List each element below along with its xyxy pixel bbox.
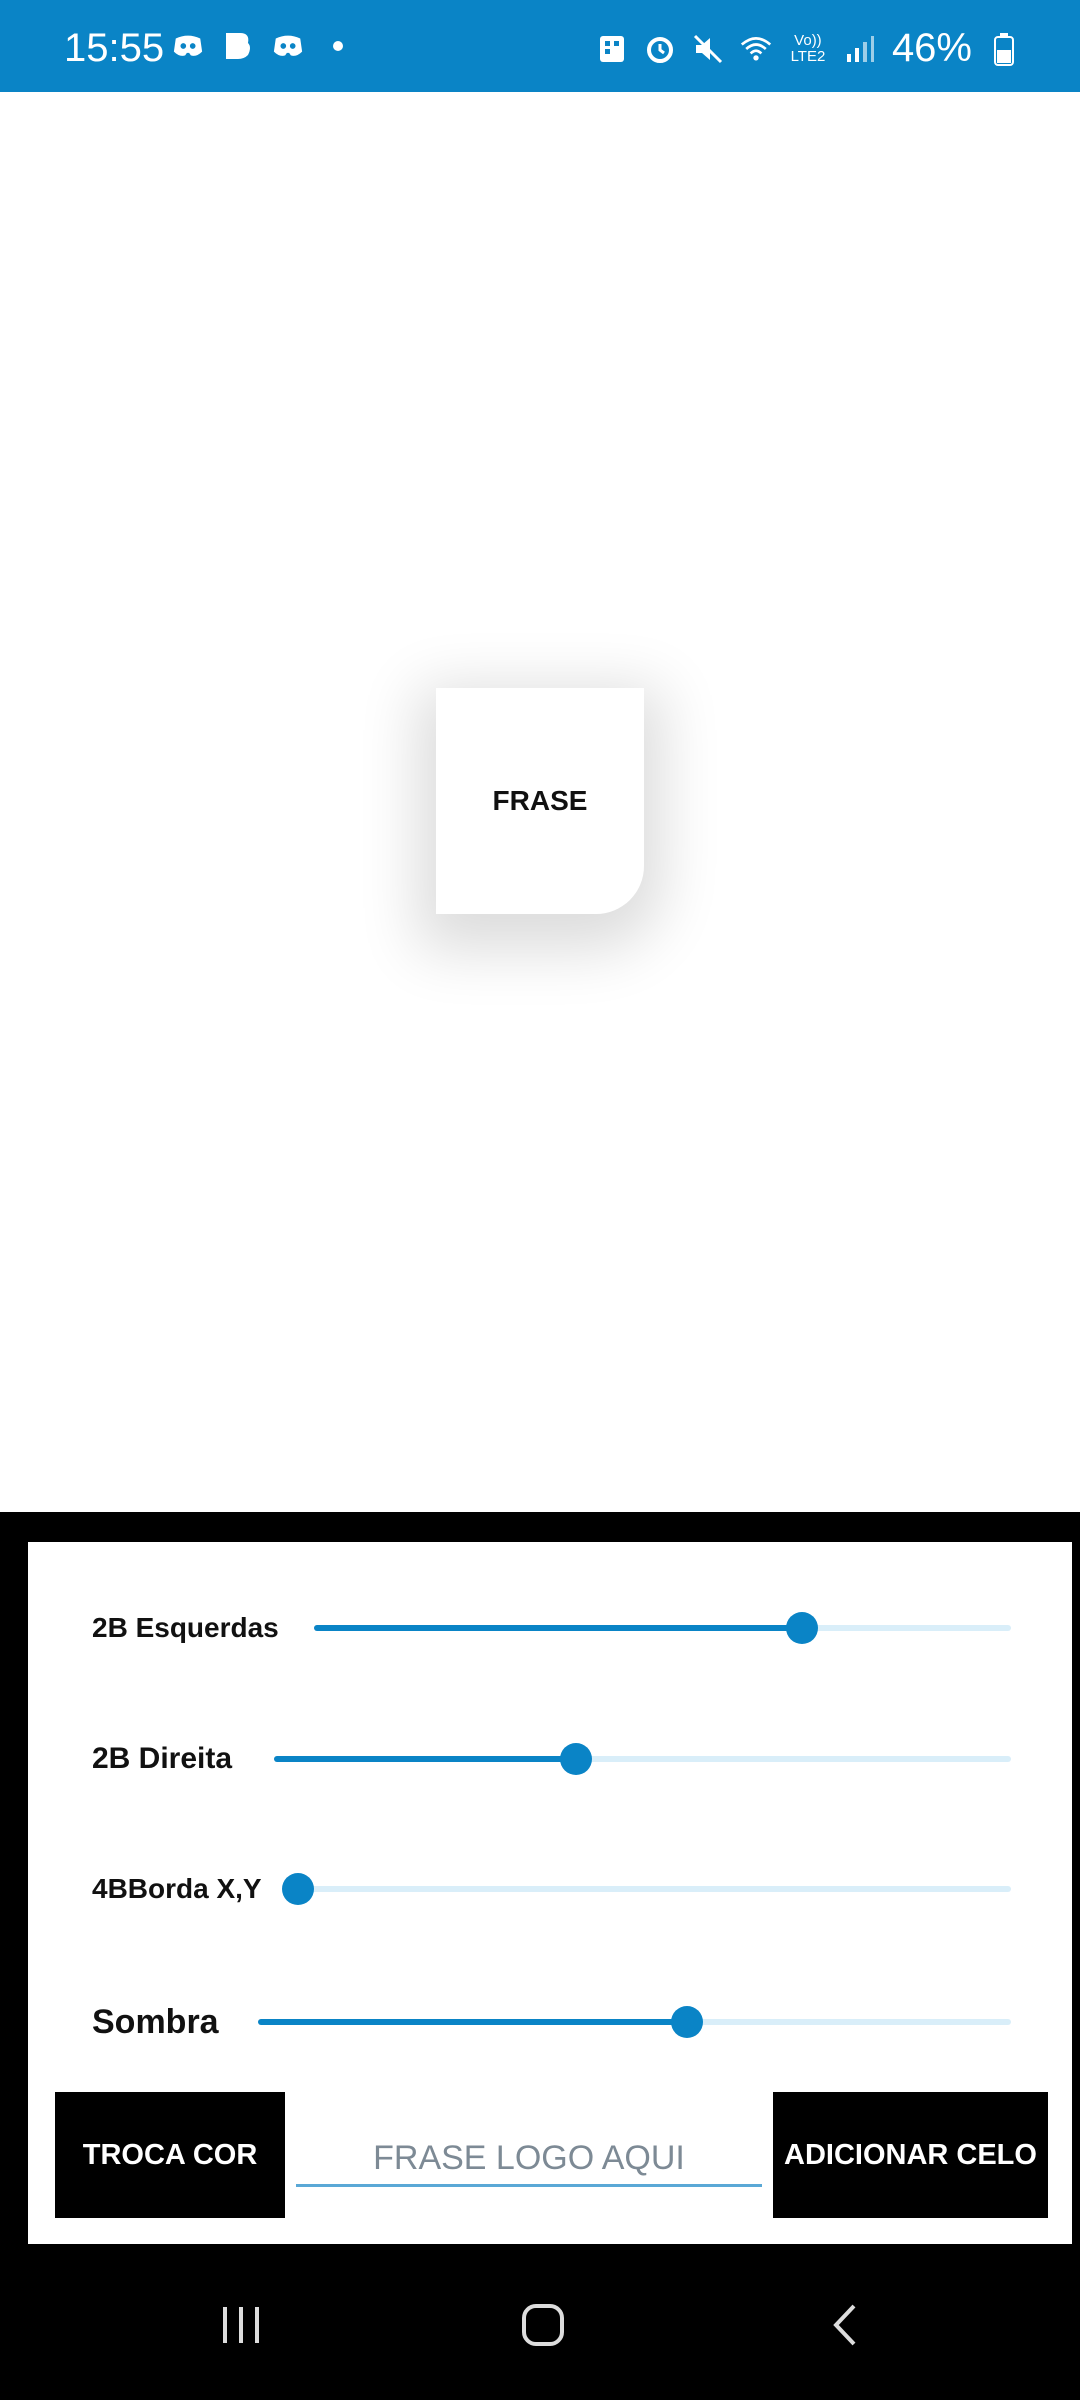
system-icons: Vo)) LTE2 46%: [596, 26, 1020, 71]
dot-icon: [322, 30, 354, 62]
slider-label: 2B Esquerdas: [92, 1612, 279, 1643]
slider-row-right-border: 2B Direita: [92, 1729, 232, 1789]
left-border-slider[interactable]: [314, 1612, 1011, 1644]
b-app-icon: [222, 30, 254, 62]
alarm-icon: [644, 33, 676, 65]
discord-icon: [172, 30, 204, 62]
slider-row-shadow: Sombra: [92, 1992, 219, 2052]
swap-color-button[interactable]: TROCA COR: [55, 2092, 285, 2218]
battery-percent: 46%: [891, 26, 972, 70]
slider-fill: [274, 1756, 577, 1762]
status-bar: 15:55 Vo)) LTE2 46%: [0, 0, 1080, 92]
slider-thumb[interactable]: [560, 1743, 593, 1775]
navigation-bar: [0, 2250, 1080, 2400]
battery-icon: [988, 32, 1020, 66]
back-icon[interactable]: [810, 2290, 880, 2360]
slider-thumb[interactable]: [785, 1612, 818, 1644]
slider-fill: [258, 2019, 688, 2025]
signal-icon: [844, 33, 876, 65]
slider-thumb[interactable]: [671, 2006, 704, 2038]
border-xy-slider[interactable]: [282, 1873, 1011, 1905]
wifi-icon: [740, 33, 772, 65]
recent-apps-icon[interactable]: [206, 2290, 276, 2360]
status-time: 15:55: [64, 26, 165, 70]
slider-label: 4BBorda X,Y: [92, 1873, 262, 1904]
preview-text: FRASE: [492, 785, 588, 816]
add-seal-button[interactable]: ADICIONAR CELO: [773, 2092, 1048, 2218]
slider-row-left-border: 2B Esquerdas: [92, 1598, 279, 1658]
logo-preview: FRASE: [436, 688, 644, 914]
phrase-input[interactable]: [296, 2132, 762, 2187]
slider-row-border-xy: 4BBorda X,Y: [92, 1859, 262, 1919]
slider-thumb[interactable]: [282, 1873, 314, 1905]
slider-label: Sombra: [92, 2002, 219, 2041]
shadow-slider[interactable]: [258, 2006, 1011, 2038]
slider-label: 2B Direita: [92, 1742, 233, 1775]
right-border-slider[interactable]: [274, 1743, 1011, 1775]
notification-icons: [172, 30, 354, 62]
mute-icon: [692, 33, 724, 65]
volte-icon: Vo)) LTE2: [790, 31, 826, 65]
slider-fill: [314, 1625, 802, 1631]
discord-icon: [272, 30, 304, 62]
home-icon[interactable]: [508, 2290, 578, 2360]
building-icon: [596, 33, 628, 65]
